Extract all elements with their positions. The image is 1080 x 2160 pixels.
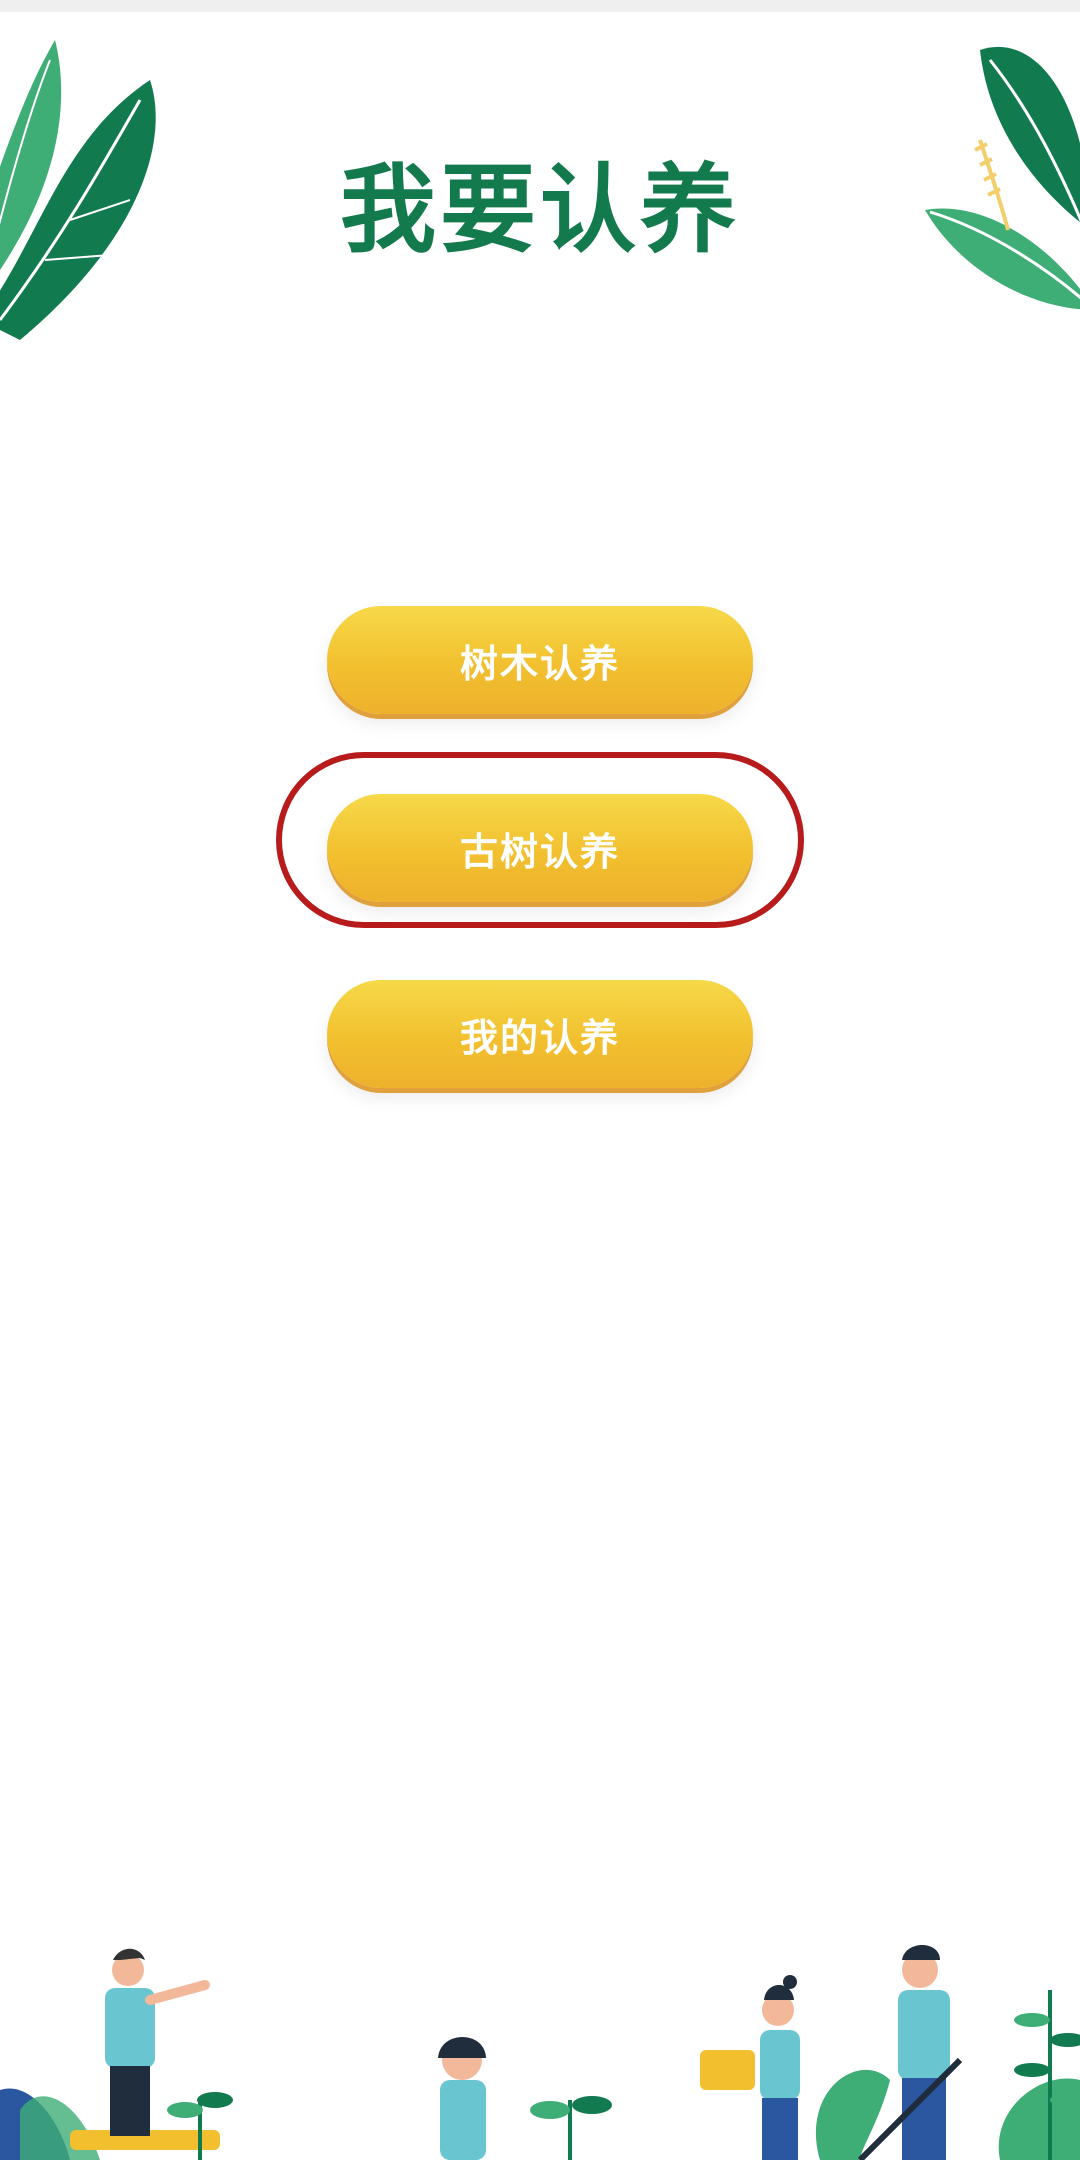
ancient-tree-adoption-button[interactable]: 古树认养	[327, 794, 753, 902]
status-strip	[0, 0, 1080, 12]
adoption-page: 我要认养 树木认养 古树认养 我的认养	[0, 0, 1080, 2160]
gardeners-illustration	[0, 1945, 1080, 2160]
my-adoption-button[interactable]: 我的认养	[327, 980, 753, 1088]
page-title: 我要认养	[340, 154, 740, 266]
tree-adoption-button[interactable]: 树木认养	[327, 606, 753, 714]
